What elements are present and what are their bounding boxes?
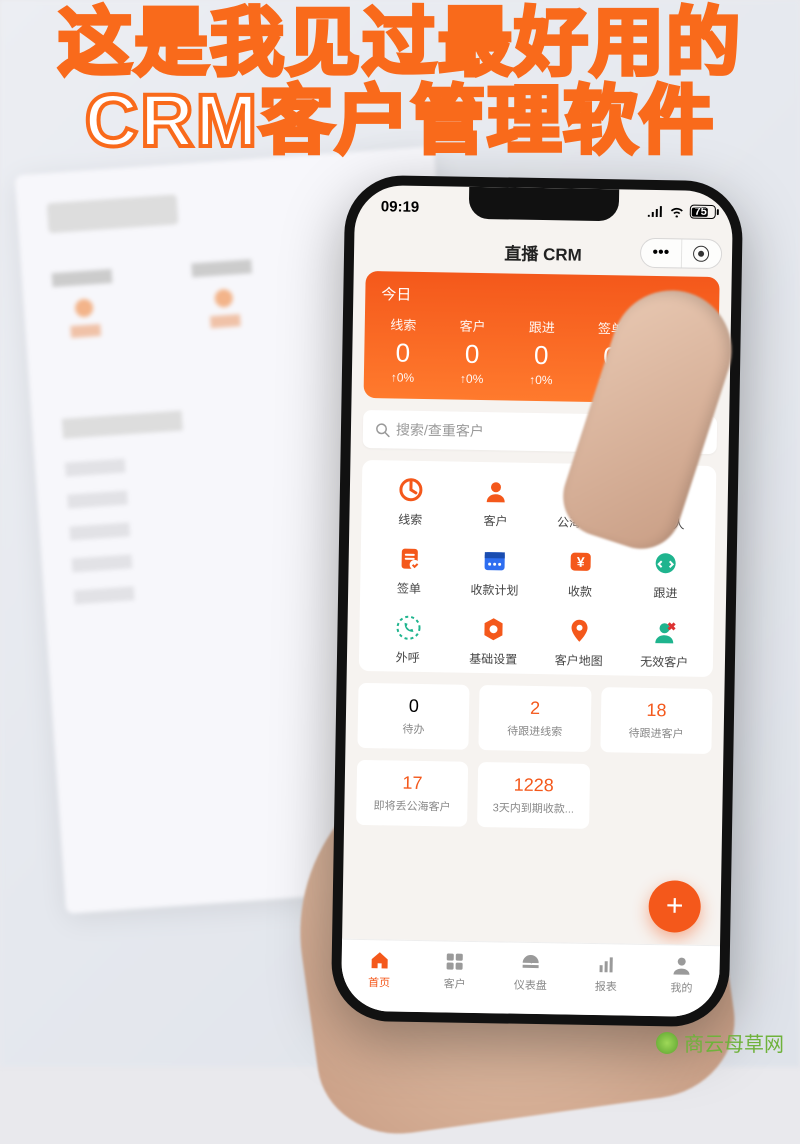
card-value: 18 (607, 699, 707, 722)
search-placeholder: 搜索/查重客户 (396, 420, 484, 442)
tab-label: 仪表盘 (514, 977, 547, 994)
menu-label: 收款 (568, 583, 592, 600)
payment-icon: ¥ (565, 546, 596, 577)
menu-order[interactable]: 签单 (366, 543, 452, 597)
stat-label: 线索 (369, 314, 439, 334)
battery-indicator: 75 (689, 205, 706, 219)
capsule-menu-button[interactable]: ••• (641, 239, 682, 268)
menu-settings[interactable]: 基础设置 (450, 614, 536, 668)
stat-value: 0 (506, 339, 576, 371)
customers-icon (444, 950, 466, 972)
card-value: 17 (363, 772, 463, 795)
tab-label: 首页 (368, 974, 390, 990)
home-icon (368, 949, 390, 971)
stat-change: ↑0% (437, 371, 506, 386)
card-label: 即将丢公海客户 (362, 797, 462, 815)
menu-followup[interactable]: 跟进 (623, 548, 709, 602)
plus-icon: + (666, 889, 684, 923)
tab-label: 我的 (670, 979, 692, 995)
status-time: 09:19 (381, 198, 420, 216)
search-icon (375, 422, 390, 437)
stat-线索[interactable]: 线索 0↑0% (368, 314, 438, 385)
settings-icon (478, 614, 509, 645)
order-icon (394, 544, 425, 575)
menu-label: 签单 (397, 580, 421, 597)
menu-plan[interactable]: 收款计划 (452, 545, 538, 599)
menu-label: 跟进 (653, 584, 677, 601)
stat-change: ↑0% (506, 372, 575, 387)
leads-icon (395, 475, 426, 506)
menu-map-pin[interactable]: 客户地图 (536, 615, 622, 669)
card-value: 0 (364, 695, 464, 718)
watermark-icon (656, 1032, 678, 1054)
signal-icon (647, 205, 663, 217)
card-label: 待办 (364, 720, 464, 738)
capsule-close-button[interactable] (681, 239, 721, 268)
summary-card[interactable]: 2 待跟进线索 (479, 685, 591, 752)
tab-label: 客户 (444, 975, 466, 991)
summary-cards-row1: 0 待办 2 待跟进线索 18 待跟进客户 (357, 683, 712, 754)
summary-cards-row2: 17 即将丢公海客户 1228 3天内到期收款... (356, 760, 711, 831)
menu-label: 收款计划 (470, 581, 518, 599)
menu-label: 基础设置 (469, 650, 517, 668)
menu-payment[interactable]: ¥ 收款 (537, 546, 623, 600)
tab-profile[interactable]: 我的 (643, 945, 720, 1005)
menu-label: 外呼 (396, 649, 420, 666)
invalid-icon (649, 617, 680, 648)
card-value: 2 (485, 697, 585, 720)
customer-icon (481, 476, 512, 507)
profile-icon (671, 954, 693, 976)
menu-label: 客户 (483, 512, 507, 529)
map-pin-icon (564, 615, 595, 646)
tab-label: 报表 (595, 978, 617, 994)
tab-report[interactable]: 报表 (568, 944, 645, 1004)
app-header: 直播 CRM ••• (354, 227, 733, 278)
stat-change: ↑0% (368, 370, 437, 385)
stat-value: 0 (437, 338, 507, 370)
card-label: 待跟进线索 (485, 722, 585, 740)
stat-value: 0 (368, 337, 438, 369)
card-value: 1228 (484, 774, 584, 797)
menu-label: 线索 (398, 511, 422, 528)
svg-text:¥: ¥ (576, 554, 584, 570)
watermark-text: 商云母草网 (684, 1028, 784, 1057)
summary-card[interactable]: 0 待办 (357, 683, 469, 750)
stat-label: 跟进 (507, 316, 577, 336)
menu-label: 无效客户 (640, 653, 688, 671)
plan-icon (480, 545, 511, 576)
summary-card[interactable]: 18 待跟进客户 (600, 687, 712, 754)
dashboard-icon (519, 952, 541, 974)
call-icon (393, 612, 424, 643)
watermark: 商云母草网 (656, 1028, 784, 1057)
tab-customers[interactable]: 客户 (417, 941, 494, 1001)
summary-card[interactable]: 17 即将丢公海客户 (356, 760, 468, 827)
stat-跟进[interactable]: 跟进 0↑0% (506, 316, 576, 387)
circle-icon (693, 246, 709, 262)
tab-home[interactable]: 首页 (341, 940, 418, 1000)
menu-label: 客户地图 (555, 651, 603, 669)
app-title: 直播 CRM (504, 239, 582, 265)
menu-leads[interactable]: 线索 (367, 474, 453, 528)
menu-customer[interactable]: 客户 (453, 476, 539, 530)
menu-call[interactable]: 外呼 (365, 612, 451, 666)
phone-notch (469, 187, 620, 222)
summary-card[interactable]: 1228 3天内到期收款... (477, 762, 589, 829)
menu-invalid[interactable]: 无效客户 (621, 616, 707, 670)
miniprogram-capsule: ••• (640, 238, 723, 269)
report-icon (595, 953, 617, 975)
add-fab-button[interactable]: + (648, 880, 701, 933)
wifi-icon (668, 205, 684, 217)
stat-客户[interactable]: 客户 0↑0% (437, 315, 507, 386)
card-label: 待跟进客户 (606, 724, 706, 742)
card-label: 3天内到期收款... (484, 799, 584, 817)
followup-icon (651, 548, 682, 579)
bottom-tabbar: 首页 客户 仪表盘 报表 我的 (341, 939, 720, 1018)
tab-dashboard[interactable]: 仪表盘 (492, 942, 569, 1002)
stat-label: 客户 (438, 315, 508, 335)
